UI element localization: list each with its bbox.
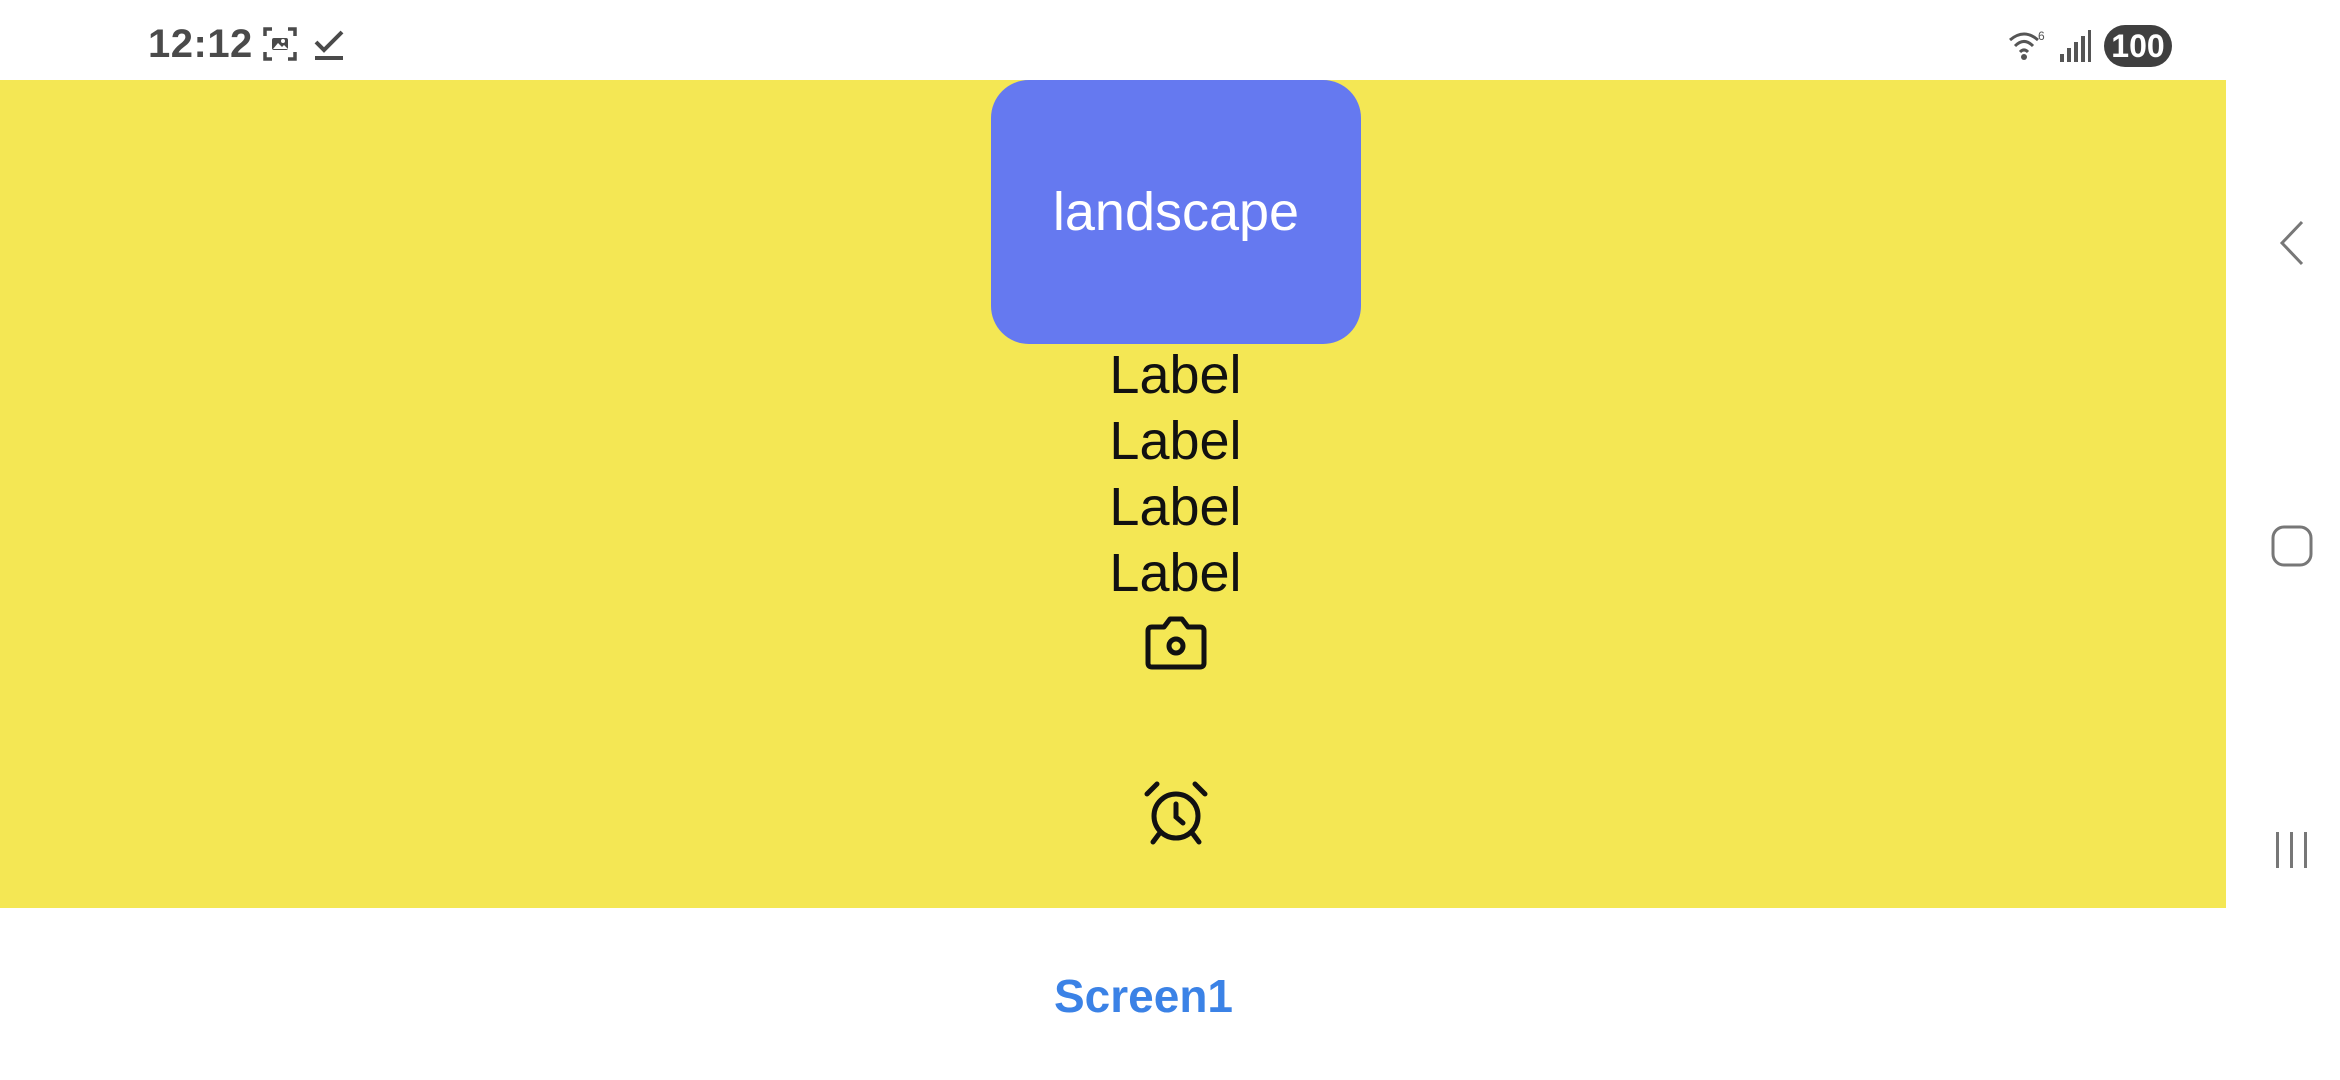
label-2: Label [1109, 411, 1242, 471]
wifi-icon: 6 [2009, 29, 2045, 60]
screen-title: Screen1 [1053, 970, 1233, 1022]
label-3: Label [1109, 477, 1242, 537]
label-1: Label [1109, 345, 1242, 405]
alarm-icon[interactable] [1143, 780, 1209, 846]
label-4: Label [1109, 543, 1242, 603]
battery-badge: 100 [2104, 25, 2172, 67]
recents-icon[interactable] [2270, 828, 2314, 872]
check-icon [314, 30, 344, 60]
svg-text:6: 6 [2038, 29, 2045, 43]
landscape-button[interactable]: landscape [991, 80, 1361, 344]
screenshot-icon [263, 27, 297, 61]
camera-icon[interactable] [1144, 613, 1208, 673]
back-icon[interactable] [2272, 218, 2312, 268]
status-time: 12:12 [148, 22, 253, 66]
app-content: landscape Label Label Label Label [0, 80, 2226, 908]
status-bar: 12:12 6 100 [0, 0, 2226, 80]
home-icon[interactable] [2270, 524, 2314, 568]
signal-icon [2060, 30, 2091, 62]
